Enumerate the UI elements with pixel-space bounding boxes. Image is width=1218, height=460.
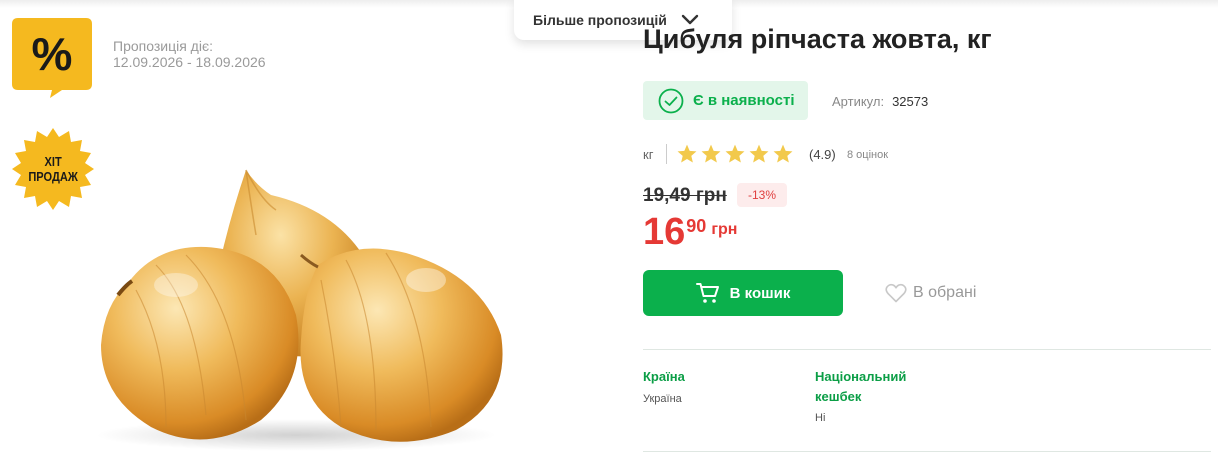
offer-dates: 12.09.2026 - 18.09.2026: [113, 54, 266, 70]
discount-badge-percent: -13%: [737, 183, 787, 207]
attr-country-title: Країна: [643, 369, 685, 384]
offer-label: Пропозиція діє:: [113, 38, 213, 54]
stock-status: Є в наявності: [643, 81, 808, 120]
rating-stars[interactable]: [676, 143, 796, 165]
attr-country-value: Україна: [643, 393, 682, 405]
hit-line-1: ХІТ: [44, 154, 62, 169]
favorites-label: В обрані: [913, 284, 977, 301]
unit-label: кг: [643, 147, 654, 162]
star-icon: [773, 144, 793, 163]
rating-value: (4.9): [809, 147, 836, 162]
onion-image: [96, 169, 503, 451]
hit-badge: ХІТ ПРОДАЖ: [12, 128, 94, 210]
heart-icon: [885, 283, 907, 303]
hit-line-2: ПРОДАЖ: [28, 169, 78, 184]
star-icon: [749, 144, 769, 163]
add-to-favorites-button[interactable]: В обрані: [885, 283, 976, 303]
current-price: 16 90 грн: [643, 210, 737, 254]
article-number: Артикул: 32573: [832, 94, 928, 109]
offer-period: Пропозиція діє: 12.09.2026 - 18.09.2026: [113, 38, 266, 70]
cart-icon: [695, 283, 719, 303]
star-icon: [725, 144, 745, 163]
price-integer: 16: [643, 211, 686, 253]
star-icon: [701, 144, 721, 163]
check-circle-icon: [658, 88, 684, 113]
price-fraction: 90: [686, 216, 707, 236]
product-title: Цибуля ріпчаста жовта, кг: [643, 24, 992, 54]
divider: [643, 451, 1211, 452]
discount-badge: %: [12, 18, 92, 98]
percent-badge-icon: %: [12, 18, 92, 98]
star-icon: [677, 144, 697, 163]
attr-cashback-title: Національний кешбек: [815, 369, 907, 404]
price-currency: грн: [711, 221, 738, 238]
attr-cashback-value: Ні: [815, 412, 826, 424]
old-price: 19,49 грн: [643, 185, 727, 206]
article-label: Артикул:: [832, 94, 885, 109]
article-value: 32573: [892, 94, 929, 109]
add-to-cart-button[interactable]: В кошик: [643, 270, 843, 316]
divider: [643, 349, 1211, 350]
add-to-cart-label: В кошик: [729, 284, 791, 302]
reviews-link[interactable]: 8 оцінок: [847, 149, 888, 161]
unit-divider: [666, 144, 667, 164]
product-image: [96, 165, 516, 455]
percent-sign: %: [32, 28, 73, 80]
stock-label: Є в наявності: [693, 92, 795, 109]
